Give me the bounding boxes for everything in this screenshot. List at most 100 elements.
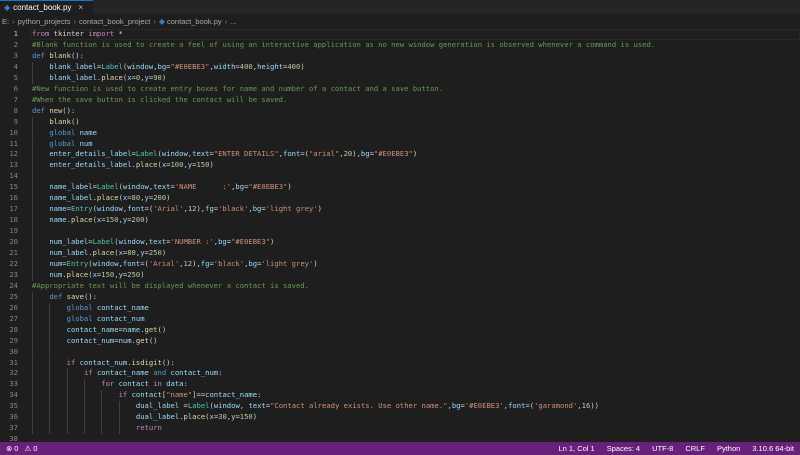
error-icon: ⊗ (6, 444, 13, 453)
code-token: and (153, 368, 167, 378)
code-token: #New function is used to create entry bo… (32, 83, 444, 93)
indent-guide (32, 204, 33, 216)
code-line[interactable]: 8 def new(): (0, 106, 800, 117)
code-line[interactable]: 10 global name (0, 127, 800, 139)
code-line[interactable]: 20 num_label=Label(window,text='NUMBER :'… (0, 237, 800, 248)
code-token: Label (96, 182, 119, 192)
line-number: 30 (9, 346, 18, 356)
code-token: fg (205, 204, 214, 214)
code-line[interactable]: 13 enter_details_label.place(x=100,y=150) (0, 160, 800, 172)
code-token: () (148, 335, 158, 345)
code-line[interactable]: 9 blank() (0, 116, 800, 128)
chevron-right-icon: › (12, 16, 15, 26)
indent-guide (101, 423, 103, 435)
line-number: 37 (9, 423, 18, 433)
code-line[interactable]: 17 name=Entry(window,font=('Arial',12),fg… (0, 204, 800, 216)
line-ending[interactable]: CRLF (685, 444, 705, 453)
code-line[interactable]: 25 def save(): (0, 291, 800, 303)
code-text: global contact_name (67, 303, 149, 314)
code-line[interactable]: 27 global contact_num (0, 313, 800, 325)
code-line[interactable]: 5 blank_label.place(x=0,y=90) (0, 72, 800, 84)
code-line[interactable]: 18 name.place(x=150,y=200) (0, 215, 800, 227)
code-line[interactable]: 6 #New function is used to create entry b… (0, 84, 800, 95)
python-file-icon: ◆ (4, 3, 11, 12)
code-line[interactable]: 26 global contact_name (0, 302, 800, 314)
code-line[interactable]: 37 return (0, 423, 800, 435)
code-line[interactable]: 35 dual_label =Label(window, text="Contac… (0, 401, 800, 413)
indent-guide (49, 423, 51, 435)
code-token: #Blank function is used to create a feel… (32, 39, 656, 49)
code-line[interactable]: 11 global num (0, 138, 800, 150)
code-text: name=Entry(window,font=('Arial',12),fg='… (49, 204, 322, 215)
breadcrumb: E: › python_projects › contact_book_proj… (0, 14, 800, 28)
code-text: name_label.place(x=80,y=200) (49, 193, 170, 204)
indent-guide (32, 127, 33, 139)
code-text: return (136, 423, 162, 434)
line-number: 1 (13, 29, 18, 38)
breadcrumb-project[interactable]: contact_book_project (79, 17, 150, 26)
code-token: 150 (196, 160, 210, 170)
code-token: 20 (343, 149, 353, 159)
code-line[interactable]: 19 (0, 226, 800, 238)
code-token: 200 (131, 215, 145, 225)
warning-icon: ⚠ (24, 444, 32, 453)
code-line[interactable]: 33 for contact in data: (0, 379, 800, 391)
code-line[interactable]: 28 contact_name=name.get() (0, 324, 800, 336)
breadcrumb-drive[interactable]: E: (2, 17, 9, 26)
code-line[interactable]: 38 (0, 434, 800, 442)
code-line[interactable]: 32 if contact_name and contact_num: (0, 368, 800, 380)
code-line[interactable]: 36 dual_label.place(x=30,y=150) (0, 412, 800, 424)
tab-label: contact_book.py (13, 3, 72, 12)
code-line[interactable]: 3 def blank(): (0, 51, 800, 62)
code-line[interactable]: 24 #Appropriate text will be displayed wh… (0, 281, 800, 292)
line-number: 5 (13, 72, 18, 82)
code-token: (): (70, 50, 84, 60)
code-token: 250 (127, 269, 141, 279)
code-line[interactable]: 23 num.place(x=150,y=250) (0, 269, 800, 281)
encoding[interactable]: UTF-8 (652, 444, 673, 453)
breadcrumb-symbol[interactable]: ... (230, 17, 236, 26)
code-line[interactable]: 16 name_label.place(x=80,y=200) (0, 193, 800, 205)
code-line[interactable]: 21 num_label.place(x=80,y=250) (0, 248, 800, 259)
code-line[interactable]: 31 if contact_num.isdigit(): (0, 357, 800, 369)
code-token: "Contact already exists. Use other name.… (270, 401, 448, 411)
code-token: contact_num (96, 313, 145, 323)
code-line[interactable]: 7 #When the save button is clicked the co… (0, 95, 800, 106)
breadcrumb-file[interactable]: contact_book.py (167, 17, 222, 26)
code-line[interactable]: 1 from tkinter import * (0, 29, 800, 40)
indent-guide (66, 401, 68, 413)
indentation[interactable]: Spaces: 4 (607, 444, 640, 453)
code-token: font (122, 258, 141, 268)
code-token: num (79, 138, 93, 148)
code-line[interactable]: 12 enter_details_label=Label(window,text=… (0, 149, 800, 161)
code-line[interactable]: 22 num=Entry(window,font=('Arial',12),fg=… (0, 258, 800, 270)
code-token: (): (161, 357, 175, 367)
language-mode[interactable]: Python (717, 444, 740, 453)
code-line[interactable]: 2 #Blank function is used to create a fee… (0, 40, 800, 51)
code-line[interactable]: 4 blank_label=Label(window,bg="#E0EBE3",w… (0, 61, 800, 73)
code-editor[interactable]: 1 from tkinter import * 2 #Blank function i… (0, 29, 800, 442)
code-line[interactable]: 34 if contact["name"]==contact_name: (0, 390, 800, 402)
code-line[interactable]: 30 (0, 346, 800, 358)
tab-contact-book[interactable]: ◆ contact_book.py × (0, 0, 94, 14)
problems-indicator[interactable]: ⊗ 0 ⚠ 0 (6, 444, 37, 453)
code-token: data (166, 379, 184, 389)
indent-guide (32, 171, 33, 183)
code-token: get (135, 335, 149, 345)
code-token: global (66, 313, 93, 323)
code-token: window (122, 182, 149, 192)
indent-guide (32, 390, 33, 402)
python-interpreter[interactable]: 3.10.6 64-bit (752, 444, 794, 453)
code-token: bg (235, 182, 245, 192)
code-line[interactable]: 29 contact_num=num.get() (0, 335, 800, 347)
code-text: if contact["name"]==contact_name: (119, 390, 262, 401)
cursor-position[interactable]: Ln 1, Col 1 (558, 444, 594, 453)
close-icon[interactable]: × (78, 3, 83, 12)
code-token: 400 (287, 61, 301, 71)
code-line[interactable]: 15 name_label=Label(window,text='NAME :',… (0, 182, 800, 194)
chevron-right-icon: › (73, 16, 77, 26)
indent-guide (32, 302, 33, 314)
code-token: contact_name (96, 302, 149, 312)
breadcrumb-folder[interactable]: python_projects (18, 17, 71, 26)
code-line[interactable]: 14 (0, 171, 800, 183)
